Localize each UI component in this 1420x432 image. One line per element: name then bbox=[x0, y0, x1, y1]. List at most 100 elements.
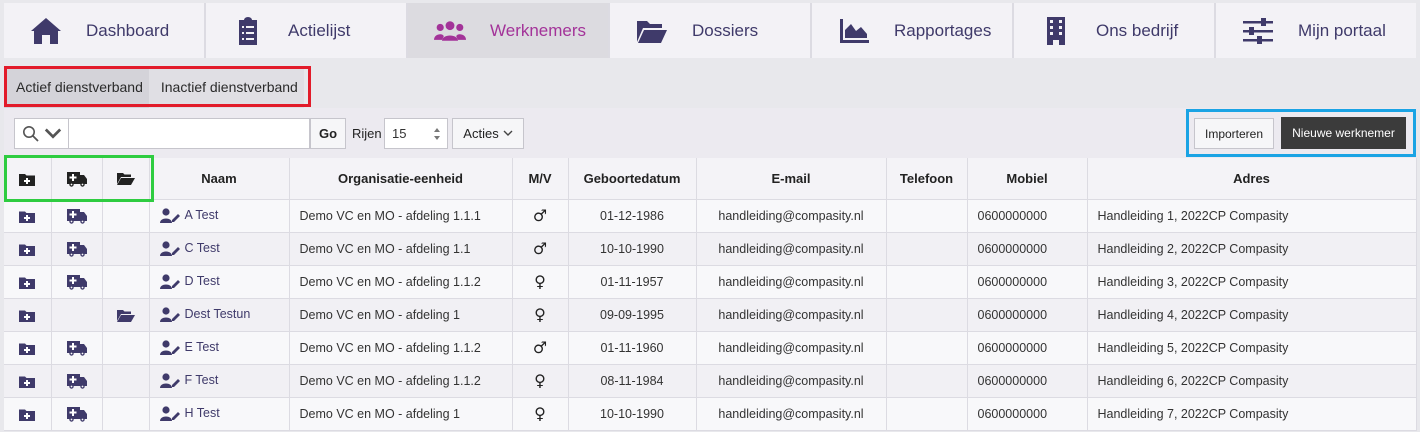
header-mobiel[interactable]: Mobiel bbox=[967, 158, 1088, 200]
new-dossier-cell[interactable] bbox=[4, 232, 52, 266]
ambulance-icon[interactable] bbox=[66, 274, 87, 290]
dossier-cell bbox=[102, 232, 150, 266]
dossier-cell bbox=[102, 397, 150, 431]
new-dossier-cell[interactable] bbox=[4, 298, 52, 332]
absence-cell[interactable] bbox=[51, 397, 103, 431]
table-row[interactable]: A Test Demo VC en MO - afdeling 1.1.1 ♂ 01-… bbox=[4, 199, 1417, 233]
user-edit-icon bbox=[159, 241, 182, 257]
name-cell[interactable]: E Test bbox=[149, 331, 290, 365]
folder-plus-icon[interactable] bbox=[19, 243, 36, 256]
nav-item-actielijst[interactable]: Actielijst bbox=[206, 3, 408, 58]
name-cell[interactable]: C Test bbox=[149, 232, 290, 266]
employee-name-link[interactable]: E Test bbox=[185, 340, 220, 354]
address-cell: Handleiding 2, 2022CP Compasity bbox=[1087, 232, 1417, 266]
employee-name-link[interactable]: F Test bbox=[185, 373, 219, 387]
absence-cell[interactable] bbox=[51, 265, 103, 299]
header-geboortedatum[interactable]: Geboortedatum bbox=[568, 158, 697, 200]
header-mv[interactable]: M/V bbox=[512, 158, 569, 200]
mobile-cell: 0600000000 bbox=[967, 298, 1088, 332]
nav-item-mijn-portaal[interactable]: Mijn portaal bbox=[1216, 3, 1416, 58]
nav-label: Dossiers bbox=[692, 20, 759, 40]
header-adres[interactable]: Adres bbox=[1087, 158, 1417, 200]
table-row[interactable]: D Test Demo VC en MO - afdeling 1.1.2 ♀ 01-… bbox=[4, 265, 1417, 299]
name-cell[interactable]: Dest Testun bbox=[149, 298, 290, 332]
search-filter-dropdown[interactable] bbox=[14, 118, 70, 149]
name-cell[interactable]: F Test bbox=[149, 364, 290, 398]
ambulance-icon[interactable] bbox=[66, 373, 87, 389]
nav-item-dashboard[interactable]: Dashboard bbox=[4, 3, 206, 58]
table-row[interactable]: H Test Demo VC en MO - afdeling 1 ♀ 10-10-1… bbox=[4, 397, 1417, 431]
go-button[interactable]: Go bbox=[310, 118, 346, 149]
ambulance-icon[interactable] bbox=[66, 406, 87, 422]
header-naam[interactable]: Naam bbox=[149, 158, 290, 200]
new-dossier-cell[interactable] bbox=[4, 364, 52, 398]
ambulance-icon[interactable] bbox=[66, 340, 87, 356]
folder-open-icon bbox=[634, 15, 670, 47]
gender-icon: ♂ bbox=[512, 232, 569, 266]
building-icon bbox=[1038, 15, 1074, 47]
tab-actief-dienstverband[interactable]: Actief dienstverband bbox=[4, 66, 149, 108]
folder-plus-icon[interactable] bbox=[19, 375, 36, 388]
search-input[interactable] bbox=[68, 118, 310, 149]
nav-item-rapportages[interactable]: Rapportages bbox=[812, 3, 1014, 58]
table-row[interactable]: C Test Demo VC en MO - afdeling 1.1 ♂ 10-10… bbox=[4, 232, 1417, 266]
spinner-icon[interactable] bbox=[433, 126, 441, 142]
absence-cell[interactable] bbox=[51, 199, 103, 233]
folder-plus-icon[interactable] bbox=[19, 210, 36, 223]
name-cell[interactable]: D Test bbox=[149, 265, 290, 299]
folder-plus-icon[interactable] bbox=[19, 408, 36, 421]
header-open-dossier[interactable] bbox=[102, 158, 150, 200]
table-row[interactable]: F Test Demo VC en MO - afdeling 1.1.2 ♀ 08-… bbox=[4, 364, 1417, 398]
nav-label: Rapportages bbox=[894, 20, 992, 40]
header-new-absence[interactable] bbox=[51, 158, 103, 200]
mobile-cell: 0600000000 bbox=[967, 397, 1088, 431]
folder-plus-icon[interactable] bbox=[19, 309, 36, 322]
name-cell[interactable]: H Test bbox=[149, 397, 290, 431]
folder-open-icon[interactable] bbox=[116, 309, 135, 322]
dossier-cell bbox=[102, 364, 150, 398]
nav-item-dossiers[interactable]: Dossiers bbox=[610, 3, 812, 58]
acties-label: Acties bbox=[463, 126, 499, 141]
header-new-dossier[interactable] bbox=[4, 158, 52, 200]
header-email[interactable]: E-mail bbox=[696, 158, 887, 200]
ambulance-icon[interactable] bbox=[66, 241, 87, 257]
employee-name-link[interactable]: A Test bbox=[185, 208, 219, 222]
absence-cell[interactable] bbox=[51, 364, 103, 398]
nav-label: Dashboard bbox=[86, 20, 170, 40]
gender-icon: ♂ bbox=[512, 199, 569, 233]
absence-cell[interactable] bbox=[51, 331, 103, 365]
folder-plus-icon[interactable] bbox=[19, 342, 36, 355]
employee-name-link[interactable]: Dest Testun bbox=[185, 307, 251, 321]
import-button[interactable]: Importeren bbox=[1194, 118, 1274, 149]
employee-name-link[interactable]: D Test bbox=[185, 274, 220, 288]
employment-tabs: Actief dienstverband Inactief dienstverb… bbox=[4, 66, 304, 108]
folder-plus-icon[interactable] bbox=[19, 276, 36, 289]
header-telefoon[interactable]: Telefoon bbox=[886, 158, 968, 200]
rows-per-page-input[interactable]: 15 bbox=[384, 118, 448, 149]
birthdate-cell: 01-12-1986 bbox=[568, 199, 697, 233]
ambulance-icon[interactable] bbox=[66, 208, 87, 224]
header-organisatie-eenheid[interactable]: Organisatie-eenheid bbox=[289, 158, 513, 200]
new-dossier-cell[interactable] bbox=[4, 265, 52, 299]
birthdate-cell: 09-09-1995 bbox=[568, 298, 697, 332]
nav-item-werknemers[interactable]: Werknemers bbox=[408, 3, 610, 58]
employee-name-link[interactable]: H Test bbox=[185, 406, 220, 420]
new-dossier-cell[interactable] bbox=[4, 397, 52, 431]
birthdate-cell: 10-10-1990 bbox=[568, 232, 697, 266]
new-dossier-cell[interactable] bbox=[4, 199, 52, 233]
tab-inactief-dienstverband[interactable]: Inactief dienstverband bbox=[149, 66, 304, 108]
absence-cell[interactable] bbox=[51, 232, 103, 266]
table-row[interactable]: E Test Demo VC en MO - afdeling 1.1.2 ♂ 01-… bbox=[4, 331, 1417, 365]
new-employee-button[interactable]: Nieuwe werknemer bbox=[1281, 117, 1406, 149]
new-dossier-cell[interactable] bbox=[4, 331, 52, 365]
top-navigation: Dashboard Actielijst Werknemers Dossiers… bbox=[4, 3, 1416, 58]
acties-dropdown-button[interactable]: Acties bbox=[452, 118, 524, 149]
employee-name-link[interactable]: C Test bbox=[185, 241, 220, 255]
name-cell[interactable]: A Test bbox=[149, 199, 290, 233]
nav-item-ons-bedrijf[interactable]: Ons bedrijf bbox=[1014, 3, 1216, 58]
table-row[interactable]: Dest Testun Demo VC en MO - afdeling 1 ♀ 09… bbox=[4, 298, 1417, 332]
dossier-cell[interactable] bbox=[102, 298, 150, 332]
search-icon bbox=[22, 125, 40, 143]
ambulance-icon bbox=[66, 171, 87, 187]
birthdate-cell: 10-10-1990 bbox=[568, 397, 697, 431]
